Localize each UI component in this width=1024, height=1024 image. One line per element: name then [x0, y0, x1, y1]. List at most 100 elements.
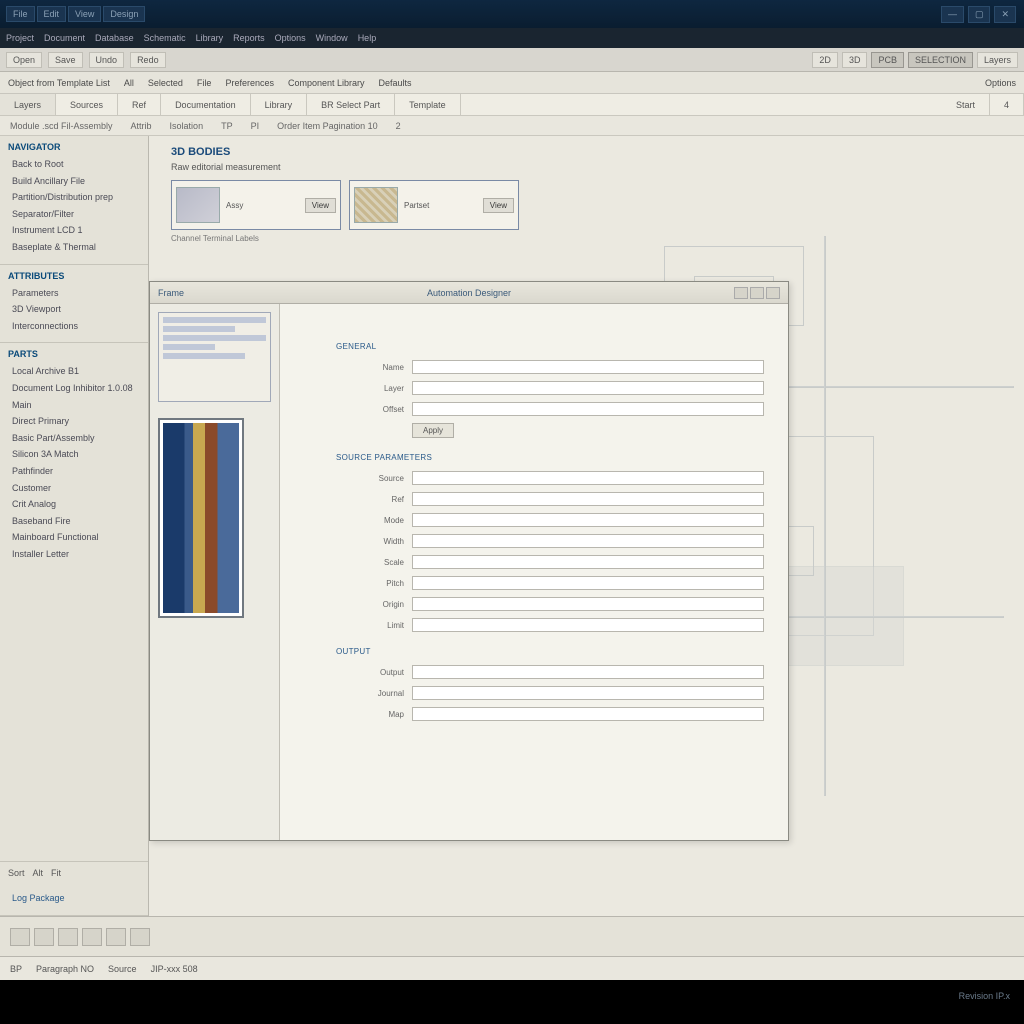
sidebar-item[interactable]: Local Archive B1 — [8, 363, 140, 380]
width-input[interactable] — [412, 534, 764, 548]
ribbon-item[interactable]: File — [197, 78, 212, 88]
tab-template[interactable]: Template — [395, 94, 461, 115]
sidebar-item[interactable]: Direct Primary — [8, 413, 140, 430]
sidebar-item[interactable]: Installer Letter — [8, 546, 140, 563]
dialog-max-icon[interactable] — [750, 287, 764, 299]
layer-input[interactable] — [412, 381, 764, 395]
sidebar-item[interactable]: Parameters — [8, 285, 140, 302]
tab-ref[interactable]: Ref — [118, 94, 161, 115]
name-input[interactable] — [412, 360, 764, 374]
output-input[interactable] — [412, 665, 764, 679]
ref-input[interactable] — [412, 492, 764, 506]
ribbon-item[interactable]: All — [124, 78, 134, 88]
alt-button[interactable]: Alt — [33, 868, 44, 878]
title-tab[interactable]: Design — [103, 6, 145, 22]
view-2d-button[interactable]: 2D — [812, 52, 838, 68]
menu-item[interactable]: Options — [275, 33, 306, 43]
map-input[interactable] — [412, 707, 764, 721]
preview-card[interactable]: Partset View — [349, 180, 519, 230]
save-button[interactable]: Save — [48, 52, 83, 68]
tab-layers[interactable]: Layers — [0, 94, 56, 115]
filter-item[interactable]: Attrib — [131, 121, 152, 131]
dialog-tab[interactable]: Frame — [158, 288, 184, 298]
footer-tool-icon[interactable] — [82, 928, 102, 946]
tab-library[interactable]: Library — [251, 94, 308, 115]
tab-select-part[interactable]: BR Select Part — [307, 94, 395, 115]
preview-view-button[interactable]: View — [483, 198, 514, 213]
origin-input[interactable] — [412, 597, 764, 611]
menu-item[interactable]: Project — [6, 33, 34, 43]
title-tab[interactable]: Edit — [37, 6, 67, 22]
limit-input[interactable] — [412, 618, 764, 632]
window-max-icon[interactable]: ▢ — [968, 6, 991, 23]
sidebar-item[interactable]: Mainboard Functional — [8, 529, 140, 546]
menu-item[interactable]: Library — [196, 33, 224, 43]
pcb-preview-image[interactable] — [158, 418, 244, 618]
selection-button[interactable]: SELECTION — [908, 52, 973, 68]
fit-button[interactable]: Fit — [51, 868, 61, 878]
dialog-titlebar[interactable]: Frame Automation Designer — [150, 282, 788, 304]
window-close-icon[interactable]: ✕ — [994, 6, 1016, 23]
footer-tool-icon[interactable] — [58, 928, 78, 946]
filter-item[interactable]: PI — [251, 121, 260, 131]
tab-start[interactable]: Start — [942, 94, 990, 115]
apply-button[interactable]: Apply — [412, 423, 454, 438]
ribbon-item[interactable]: Options — [985, 78, 1016, 88]
menu-item[interactable]: Reports — [233, 33, 265, 43]
sidebar-item[interactable]: Silicon 3A Match — [8, 446, 140, 463]
nav-thumbnail[interactable] — [158, 312, 271, 402]
preview-card[interactable]: Assy View — [171, 180, 341, 230]
ribbon-item[interactable]: Component Library — [288, 78, 365, 88]
ribbon-item[interactable]: Selected — [148, 78, 183, 88]
sidebar-link[interactable]: Log Package — [8, 890, 140, 907]
filter-item[interactable]: Isolation — [170, 121, 204, 131]
sidebar-item[interactable]: Baseband Fire — [8, 513, 140, 530]
sidebar-item[interactable]: Instrument LCD 1 — [8, 222, 140, 239]
sidebar-item[interactable]: Partition/Distribution prep — [8, 189, 140, 206]
sidebar-item[interactable]: Separator/Filter — [8, 206, 140, 223]
sidebar-item[interactable]: Build Ancillary File — [8, 173, 140, 190]
window-min-icon[interactable]: — — [941, 6, 964, 23]
redo-button[interactable]: Redo — [130, 52, 166, 68]
layers-button[interactable]: Layers — [977, 52, 1018, 68]
tab-sources[interactable]: Sources — [56, 94, 118, 115]
view-3d-button[interactable]: 3D — [842, 52, 868, 68]
footer-tool-icon[interactable] — [106, 928, 126, 946]
title-tab[interactable]: File — [6, 6, 35, 22]
menu-item[interactable]: Window — [316, 33, 348, 43]
footer-tool-icon[interactable] — [34, 928, 54, 946]
ribbon-item[interactable]: Defaults — [379, 78, 412, 88]
journal-input[interactable] — [412, 686, 764, 700]
title-tab[interactable]: View — [68, 6, 101, 22]
mode-input[interactable] — [412, 513, 764, 527]
view-pcb-button[interactable]: PCB — [871, 52, 904, 68]
dialog-min-icon[interactable] — [734, 287, 748, 299]
menu-item[interactable]: Document — [44, 33, 85, 43]
sidebar-item[interactable]: Main — [8, 397, 140, 414]
filter-item[interactable]: Order Item Pagination 10 — [277, 121, 378, 131]
sidebar-item[interactable]: Baseplate & Thermal — [8, 239, 140, 256]
sidebar-item[interactable]: Crit Analog — [8, 496, 140, 513]
sidebar-item[interactable]: Pathfinder — [8, 463, 140, 480]
sidebar-item[interactable]: 3D Viewport — [8, 301, 140, 318]
dialog-close-icon[interactable] — [766, 287, 780, 299]
scale-input[interactable] — [412, 555, 764, 569]
sidebar-item[interactable]: Document Log Inhibitor 1.0.08 — [8, 380, 140, 397]
source-input[interactable] — [412, 471, 764, 485]
undo-button[interactable]: Undo — [89, 52, 125, 68]
sidebar-item[interactable]: Customer — [8, 480, 140, 497]
sidebar-item[interactable]: Back to Root — [8, 156, 140, 173]
sort-button[interactable]: Sort — [8, 868, 25, 878]
tab-extra[interactable]: 4 — [990, 94, 1024, 115]
menu-item[interactable]: Database — [95, 33, 134, 43]
footer-tool-icon[interactable] — [130, 928, 150, 946]
open-button[interactable]: Open — [6, 52, 42, 68]
menu-item[interactable]: Help — [358, 33, 377, 43]
sidebar-item[interactable]: Interconnections — [8, 318, 140, 335]
menu-item[interactable]: Schematic — [144, 33, 186, 43]
offset-input[interactable] — [412, 402, 764, 416]
filter-item[interactable]: TP — [221, 121, 233, 131]
sidebar-item[interactable]: Basic Part/Assembly — [8, 430, 140, 447]
tab-documentation[interactable]: Documentation — [161, 94, 251, 115]
filter-item[interactable]: 2 — [396, 121, 401, 131]
